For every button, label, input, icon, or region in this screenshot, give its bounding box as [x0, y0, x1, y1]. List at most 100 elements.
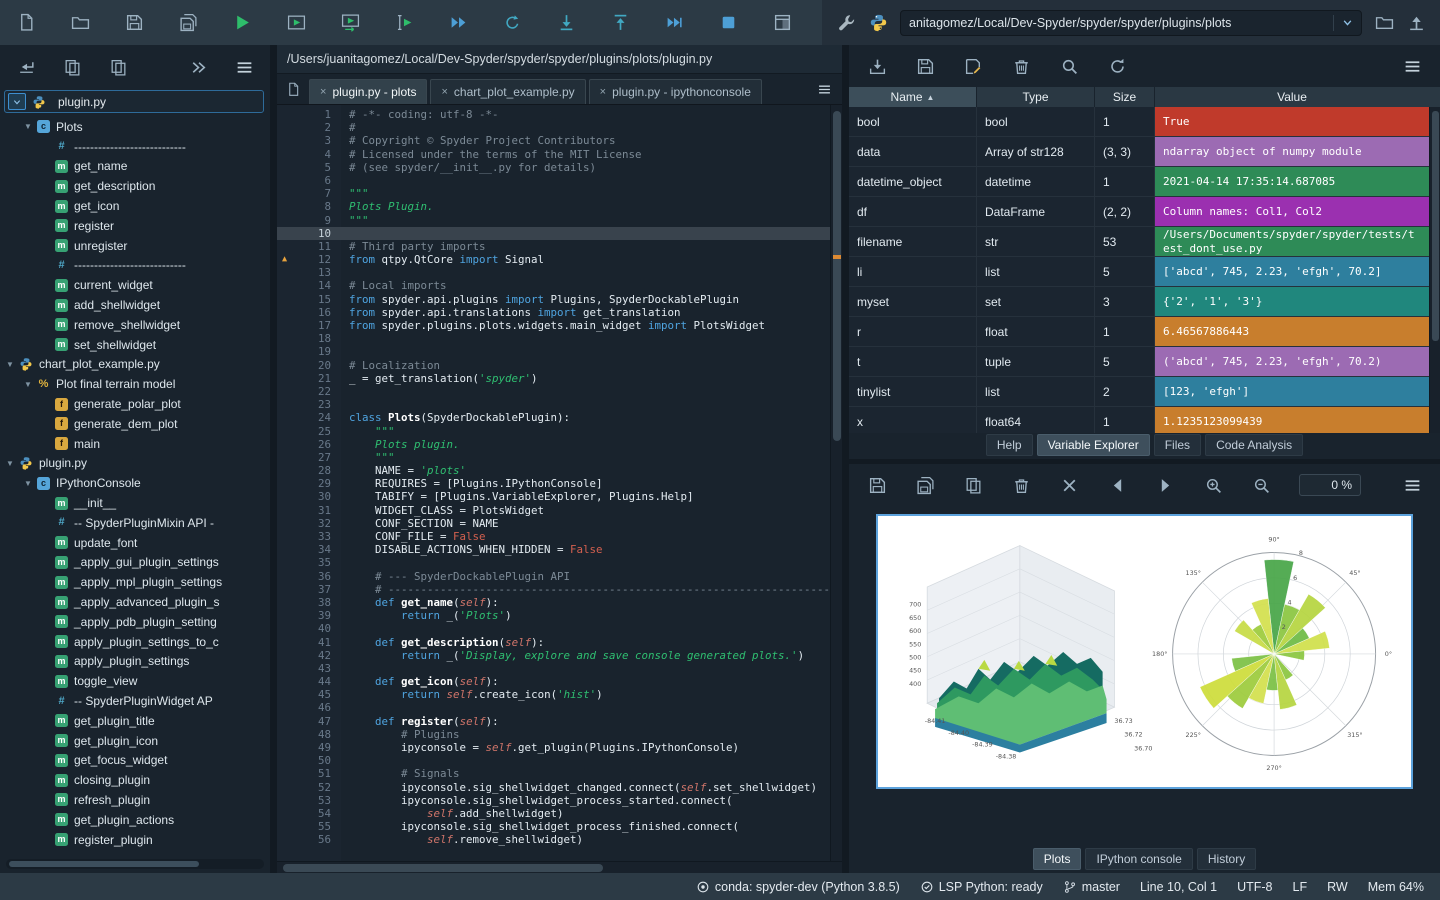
working-directory-input[interactable]: anitagomez/Local/Dev-Spyder/spyder/spyde… — [900, 10, 1362, 36]
variable-row[interactable]: boolbool1True — [849, 107, 1429, 137]
show-more-icon[interactable] — [188, 57, 208, 77]
save-all-icon[interactable] — [178, 13, 198, 33]
outline-item[interactable]: mrefresh_plugin — [0, 790, 270, 810]
copy-plot-icon[interactable] — [963, 475, 983, 495]
save-data-as-icon[interactable] — [963, 56, 983, 76]
variable-value[interactable]: ndarray object of numpy module — [1155, 137, 1429, 166]
outline-item[interactable]: mremove_shellwidget — [0, 315, 270, 335]
close-tab-icon[interactable]: × — [600, 86, 606, 98]
outline-item[interactable]: mget_plugin_title — [0, 711, 270, 731]
scrollbar-handle[interactable] — [833, 111, 841, 441]
outline-item[interactable]: m_apply_advanced_plugin_s — [0, 592, 270, 612]
outline-item[interactable]: mget_plugin_actions — [0, 810, 270, 830]
outline-item[interactable]: ▼%Plot final terrain model — [0, 374, 270, 394]
outline-item[interactable]: fgenerate_dem_plot — [0, 414, 270, 434]
expander-icon[interactable]: ▼ — [24, 380, 37, 389]
variable-value[interactable]: ('abcd', 745, 2.23, 'efgh', 70.2) — [1155, 347, 1429, 376]
close-plot-icon[interactable] — [1059, 475, 1079, 495]
outline-item[interactable]: m__init__ — [0, 493, 270, 513]
variable-value[interactable]: {'2', '1', '3'} — [1155, 287, 1429, 316]
outline-item[interactable]: #-- SpyderPluginMixin API - — [0, 513, 270, 533]
editor-tab[interactable]: ×plugin.py - plots — [309, 79, 427, 104]
chevron-down-icon[interactable] — [8, 93, 26, 110]
tab-help[interactable]: Help — [986, 434, 1033, 456]
outline-item[interactable]: mtoggle_view — [0, 671, 270, 691]
options-menu-icon[interactable] — [234, 57, 254, 77]
outline-item[interactable]: mget_name — [0, 157, 270, 177]
copy-icon[interactable] — [62, 57, 82, 77]
zoom-level-box[interactable]: 0 % — [1299, 474, 1361, 496]
close-tab-icon[interactable]: × — [441, 86, 447, 98]
readwrite-status[interactable]: RW — [1327, 880, 1348, 894]
outline-item[interactable]: m_apply_pdb_plugin_setting — [0, 612, 270, 632]
outline-item[interactable]: mapply_plugin_settings — [0, 652, 270, 672]
variable-value[interactable]: 1.1235123099439 — [1155, 407, 1429, 433]
save-data-icon[interactable] — [915, 56, 935, 76]
new-file-icon[interactable] — [16, 13, 36, 33]
outline-item[interactable]: ▼plugin.py — [0, 454, 270, 474]
outline-item[interactable]: mget_icon — [0, 196, 270, 216]
previous-plot-icon[interactable] — [1107, 475, 1127, 495]
outline-item[interactable]: mget_description — [0, 176, 270, 196]
tab-code-analysis[interactable]: Code Analysis — [1205, 434, 1303, 456]
tab-ipython-console[interactable]: IPython console — [1085, 848, 1192, 870]
parent-directory-icon[interactable] — [1406, 13, 1426, 33]
variable-row[interactable]: lilist5['abcd', 745, 2.23, 'efgh', 70.2] — [849, 257, 1429, 287]
open-file-icon[interactable] — [70, 13, 90, 33]
encoding-status[interactable]: UTF-8 — [1237, 880, 1272, 894]
debug-continue-icon[interactable] — [664, 13, 684, 33]
run-selection-icon[interactable] — [394, 13, 414, 33]
scrollbar-handle[interactable] — [9, 861, 199, 867]
outline-item[interactable]: mupdate_font — [0, 533, 270, 553]
editor-tab[interactable]: ×plugin.py - ipythonconsole — [589, 79, 762, 104]
preferences-wrench-icon[interactable] — [836, 13, 856, 33]
column-header-value[interactable]: Value — [1155, 87, 1429, 107]
expander-icon[interactable]: ▼ — [6, 360, 19, 369]
save-file-icon[interactable] — [124, 13, 144, 33]
search-variable-icon[interactable] — [1059, 56, 1079, 76]
variable-value[interactable]: [123, 'efgh'] — [1155, 377, 1429, 406]
close-tab-icon[interactable]: × — [320, 86, 326, 98]
outline-horizontal-scrollbar[interactable] — [6, 859, 264, 869]
outline-item[interactable]: fmain — [0, 434, 270, 454]
duplicate-icon[interactable] — [108, 57, 128, 77]
tab-variable-explorer[interactable]: Variable Explorer — [1037, 434, 1150, 456]
outline-item[interactable]: ▼cPlots — [0, 117, 270, 137]
variable-row[interactable]: mysetset3{'2', '1', '3'} — [849, 287, 1429, 317]
lsp-status[interactable]: LSP Python: ready — [920, 880, 1043, 894]
outline-item[interactable]: mset_shellwidget — [0, 335, 270, 355]
save-all-plots-icon[interactable] — [915, 475, 935, 495]
variable-value[interactable]: /Users/Documents/spyder/spyder/tests/tes… — [1155, 227, 1429, 256]
outline-item[interactable]: m_apply_mpl_plugin_settings — [0, 572, 270, 592]
variable-value[interactable]: Column names: Col1, Col2 — [1155, 197, 1429, 226]
variable-row[interactable]: filenamestr53/Users/Documents/spyder/spy… — [849, 227, 1429, 257]
editor-code[interactable]: # -*- coding: utf-8 -*-## Copyright © Sp… — [341, 105, 830, 861]
maximize-pane-icon[interactable] — [772, 13, 792, 33]
outline-item[interactable]: madd_shellwidget — [0, 295, 270, 315]
scrollbar-handle[interactable] — [1432, 111, 1439, 341]
variable-table-scrollbar[interactable] — [1429, 107, 1440, 433]
outline-item[interactable]: mget_plugin_icon — [0, 731, 270, 751]
expander-icon[interactable]: ▼ — [6, 459, 19, 468]
outline-root-item[interactable]: plugin.py — [4, 90, 264, 113]
cursor-position-status[interactable]: Line 10, Col 1 — [1140, 880, 1217, 894]
outline-item[interactable]: #---------------------------- — [0, 256, 270, 276]
outline-item[interactable]: mget_focus_widget — [0, 751, 270, 771]
debug-run-line-icon[interactable] — [502, 13, 522, 33]
variable-row[interactable]: xfloat6411.1235123099439 — [849, 407, 1429, 433]
variable-row[interactable]: rfloat16.46567886443 — [849, 317, 1429, 347]
file-switcher-icon[interactable] — [283, 79, 303, 99]
tab-history[interactable]: History — [1197, 848, 1256, 870]
remove-variable-icon[interactable] — [1011, 56, 1031, 76]
remove-plot-icon[interactable] — [1011, 475, 1031, 495]
chevron-down-icon[interactable] — [1337, 13, 1357, 33]
variable-value[interactable]: 2021-04-14 17:35:14.687085 — [1155, 167, 1429, 196]
options-menu-icon[interactable] — [1402, 475, 1422, 495]
outline-item[interactable]: m_apply_gui_plugin_settings — [0, 553, 270, 573]
outline-item[interactable]: #---------------------------- — [0, 137, 270, 157]
step-return-icon[interactable] — [610, 13, 630, 33]
debug-stop-icon[interactable] — [718, 13, 738, 33]
column-header-name[interactable]: Name ▲ — [849, 87, 977, 107]
scrollbar-handle[interactable] — [283, 864, 603, 872]
zoom-in-icon[interactable] — [1203, 475, 1223, 495]
